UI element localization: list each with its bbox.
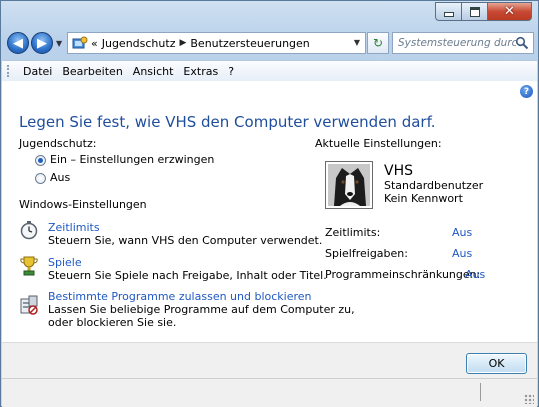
radio-on-label[interactable]: Ein – Einstellungen erzwingen	[50, 153, 214, 166]
address-bar[interactable]: « Jugendschutz ▶ Benutzersteuerungen ▼	[67, 32, 366, 54]
allow-block-programs-desc-line2: oder blockieren Sie sie.	[48, 316, 177, 329]
window: ✕ ◀ ▶ ▼ « Jugendschutz ▶ Benutzersteueru…	[0, 0, 539, 407]
navigation-bar: ◀ ▶ ▼ « Jugendschutz ▶ Benutzersteuerung…	[7, 30, 534, 58]
recent-pages-dropdown[interactable]: ▼	[56, 39, 62, 48]
breadcrumb-benutzersteuerungen[interactable]: Benutzersteuerungen	[190, 37, 309, 50]
parental-control-label: Jugendschutz:	[19, 137, 97, 150]
password-status: Kein Kennwort	[384, 192, 463, 205]
maximize-icon	[469, 6, 480, 17]
status-divider	[480, 383, 481, 401]
back-button[interactable]: ◀	[7, 32, 29, 54]
arrow-right-icon: ▶	[37, 35, 47, 51]
setting-time-limits-value: Aus	[452, 226, 473, 239]
breadcrumb-jugendschutz[interactable]: Jugendschutz	[102, 37, 176, 50]
radio-off[interactable]	[35, 173, 46, 184]
allow-block-programs-desc-line1: Lassen Sie beliebige Programme auf dem C…	[48, 303, 355, 316]
menu-datei[interactable]: Datei	[18, 65, 57, 78]
menu-extras[interactable]: Extras	[178, 65, 223, 78]
games-desc: Steuern Sie Spiele nach Freigabe, Inhalt…	[48, 269, 327, 282]
arrow-left-icon: ◀	[13, 35, 23, 51]
minimize-icon	[443, 12, 454, 17]
button-area: OK	[2, 342, 537, 378]
windows-settings-label: Windows-Einstellungen	[19, 198, 147, 211]
refresh-button[interactable]: ↻	[367, 32, 389, 54]
resize-grip[interactable]	[524, 394, 534, 404]
games-link[interactable]: Spiele	[48, 256, 82, 269]
caption-buttons: ✕	[435, 2, 532, 21]
close-icon: ✕	[504, 4, 515, 19]
allow-block-programs-link[interactable]: Bestimmte Programme zulassen und blockie…	[48, 290, 312, 303]
menu-help[interactable]: ?	[223, 65, 239, 78]
minimize-button[interactable]	[435, 2, 462, 21]
setting-time-limits-label: Zeitlimits:	[325, 226, 381, 239]
program-block-icon	[20, 295, 38, 315]
menu-bearbeiten[interactable]: Bearbeiten	[57, 65, 127, 78]
maximize-button[interactable]	[462, 2, 488, 21]
close-button[interactable]: ✕	[488, 2, 532, 21]
help-icon[interactable]: ?	[520, 85, 533, 98]
radio-off-label[interactable]: Aus	[50, 171, 70, 184]
search-input[interactable]: Systemsteuerung durchs...	[398, 37, 516, 49]
radio-on[interactable]	[35, 155, 46, 166]
refresh-icon: ↻	[372, 36, 384, 50]
search-icon[interactable]	[515, 36, 529, 50]
address-dropdown-icon[interactable]: ▼	[354, 38, 360, 47]
page-title: Legen Sie fest, wie VHS den Computer ver…	[19, 113, 436, 131]
setting-game-ratings-value: Aus	[452, 247, 473, 260]
avatar	[325, 161, 373, 209]
dog-picture	[328, 164, 370, 206]
trophy-icon	[20, 256, 38, 276]
current-settings-label: Aktuelle Einstellungen:	[315, 137, 442, 150]
breadcrumb-prefix[interactable]: «	[91, 37, 98, 50]
setting-program-restrictions-label: Programmeinschränkungen:	[325, 268, 481, 281]
time-limits-link[interactable]: Zeitlimits	[48, 221, 100, 234]
breadcrumb-separator-icon[interactable]: ▶	[179, 38, 186, 48]
content-area: ? Legen Sie fest, wie VHS den Computer v…	[2, 81, 537, 377]
clock-icon	[20, 221, 38, 240]
control-panel-icon	[72, 36, 88, 49]
search-box[interactable]: Systemsteuerung durchs...	[392, 32, 534, 54]
user-name: VHS	[384, 163, 413, 179]
user-type: Standardbenutzer	[384, 179, 484, 192]
menu-grip	[7, 65, 12, 77]
setting-program-restrictions-value: Aus	[465, 268, 486, 281]
forward-button[interactable]: ▶	[31, 32, 53, 54]
status-bar	[2, 378, 537, 407]
time-limits-desc: Steuern Sie, wann VHS den Computer verwe…	[48, 234, 323, 247]
menu-ansicht[interactable]: Ansicht	[128, 65, 179, 78]
ok-button[interactable]: OK	[466, 353, 527, 374]
menu-bar: Datei Bearbeiten Ansicht Extras ?	[2, 60, 537, 82]
chevron-down-icon: ▼	[56, 39, 63, 48]
setting-game-ratings-label: Spielfreigaben:	[325, 247, 408, 260]
